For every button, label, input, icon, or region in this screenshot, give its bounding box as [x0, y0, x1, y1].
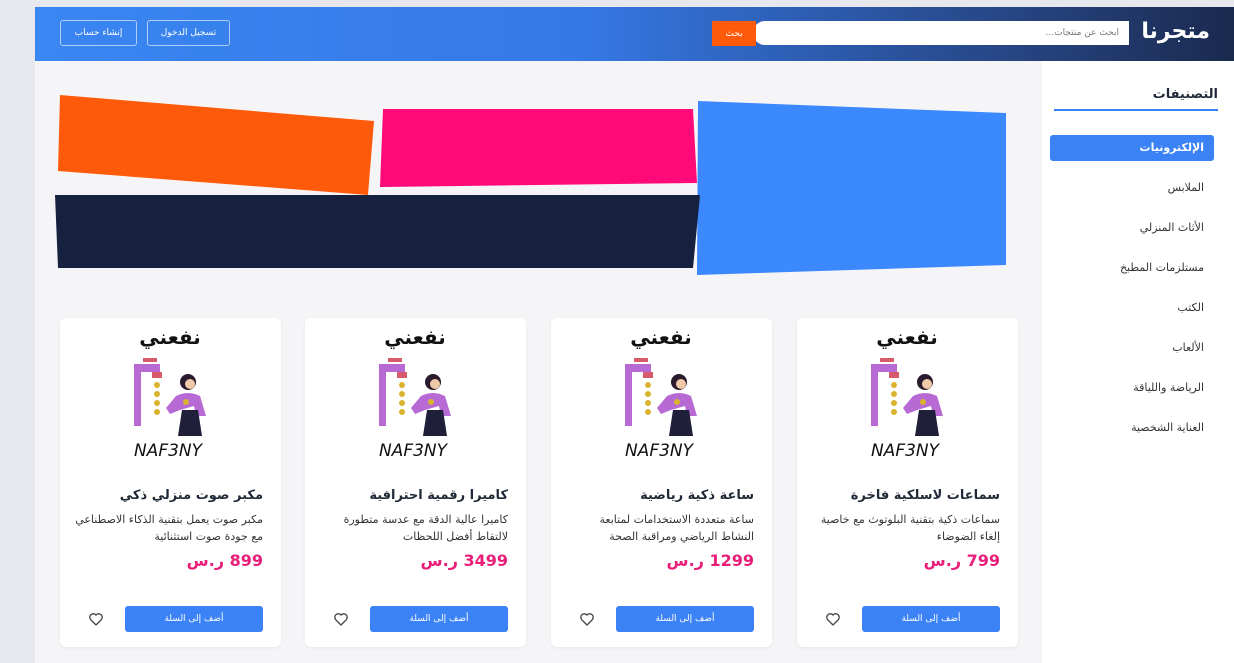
add-to-cart-button[interactable]: أضف إلى السلة [370, 606, 508, 632]
sidebar-item[interactable]: الألعاب [1050, 335, 1214, 361]
product-logo-latin: NAF3NY [625, 441, 695, 461]
sidebar-item[interactable]: الملابس [1050, 175, 1214, 201]
product-logo-latin: NAF3NY [871, 441, 941, 461]
search-input[interactable] [753, 21, 1129, 45]
heart-icon[interactable] [333, 611, 349, 627]
sidebar-item[interactable]: مستلزمات المطبخ [1050, 255, 1214, 281]
product-price: 3499 ر.س [420, 551, 508, 570]
categories-sidebar: التصنيفات الإلكترونيات الملابس الأثاث المن… [1042, 61, 1234, 663]
product-price: 1299 ر.س [666, 551, 754, 570]
product-title[interactable]: ساعة ذكية رياضية [569, 488, 754, 503]
product-price: 899 ر.س [186, 551, 263, 570]
add-to-cart-button[interactable]: أضف إلى السلة [125, 606, 263, 632]
product-logo-arabic: نفعني [630, 325, 692, 350]
product-logo-latin: NAF3NY [379, 441, 449, 461]
app-window: متجرنا بحث تسجيل الدخول إنشاء حساب نفعني [35, 7, 1234, 663]
sidebar-title-underline [1054, 109, 1218, 111]
banner-pink-shape [380, 109, 697, 187]
product-logo-arabic: نفعني [139, 325, 201, 350]
product-title[interactable]: سماعات لاسلكية فاخرة [815, 488, 1000, 503]
product-card[interactable]: نفعني NAF3NY مكبر صوت منزلي ذكي مكبر صوت… [60, 318, 281, 647]
store-logo[interactable]: متجرنا [1141, 19, 1210, 44]
banner-navy-shape [55, 195, 700, 268]
product-logo-arabic: نفعني [876, 325, 938, 350]
sidebar-item[interactable]: الإلكترونيات [1050, 135, 1214, 161]
login-button[interactable]: تسجيل الدخول [147, 20, 230, 46]
register-button[interactable]: إنشاء حساب [60, 20, 137, 46]
product-card[interactable]: نفعني NAF3NY كاميرا رقمية احترافية كامير… [305, 318, 526, 647]
product-title[interactable]: كاميرا رقمية احترافية [323, 488, 508, 503]
heart-icon[interactable] [579, 611, 595, 627]
top-header: متجرنا بحث تسجيل الدخول إنشاء حساب [35, 7, 1234, 61]
sidebar-item[interactable]: الكتب [1050, 295, 1214, 321]
product-card[interactable]: نفعني NAF3NY ساعة ذكية رياضية ساعة متعدد… [551, 318, 772, 647]
product-description: ساعة متعددة الاستخدامات لمتابعة النشاط ا… [599, 513, 754, 543]
product-image[interactable]: نفعني NAF3NY [305, 318, 526, 468]
heart-icon[interactable] [825, 611, 841, 627]
banner-blue-shape [697, 101, 1006, 275]
sidebar-title: التصنيفات [1152, 87, 1218, 102]
product-logo-arabic: نفعني [384, 325, 446, 350]
product-logo-latin: NAF3NY [134, 441, 204, 461]
product-price: 799 ر.س [923, 551, 1000, 570]
product-image[interactable]: نفعني NAF3NY [60, 318, 281, 468]
product-description: كاميرا عالية الدقة مع عدسة متطورة لالتقا… [343, 513, 508, 543]
product-card[interactable]: نفعني NAF3NY سماعات لاسلكية فاخرة سماعات… [797, 318, 1018, 647]
hero-banner[interactable] [53, 91, 1009, 281]
add-to-cart-button[interactable]: أضف إلى السلة [616, 606, 754, 632]
sidebar-item[interactable]: العناية الشخصية [1050, 415, 1214, 441]
banner-orange-shape [58, 95, 374, 195]
product-image[interactable]: نفعني NAF3NY [551, 318, 772, 468]
search-button[interactable]: بحث [712, 21, 756, 46]
product-image[interactable]: نفعني NAF3NY [797, 318, 1018, 468]
product-description: مكبر صوت يعمل بتقنية الذكاء الاصطناعي مع… [75, 513, 263, 543]
product-title[interactable]: مكبر صوت منزلي ذكي [78, 488, 263, 503]
heart-icon[interactable] [88, 611, 104, 627]
sidebar-item[interactable]: الرياضة واللياقة [1050, 375, 1214, 401]
add-to-cart-button[interactable]: أضف إلى السلة [862, 606, 1000, 632]
sidebar-item[interactable]: الأثاث المنزلي [1050, 215, 1214, 241]
product-description: سماعات ذكية بتقنية البلوتوث مع خاصية إلغ… [820, 513, 1000, 543]
